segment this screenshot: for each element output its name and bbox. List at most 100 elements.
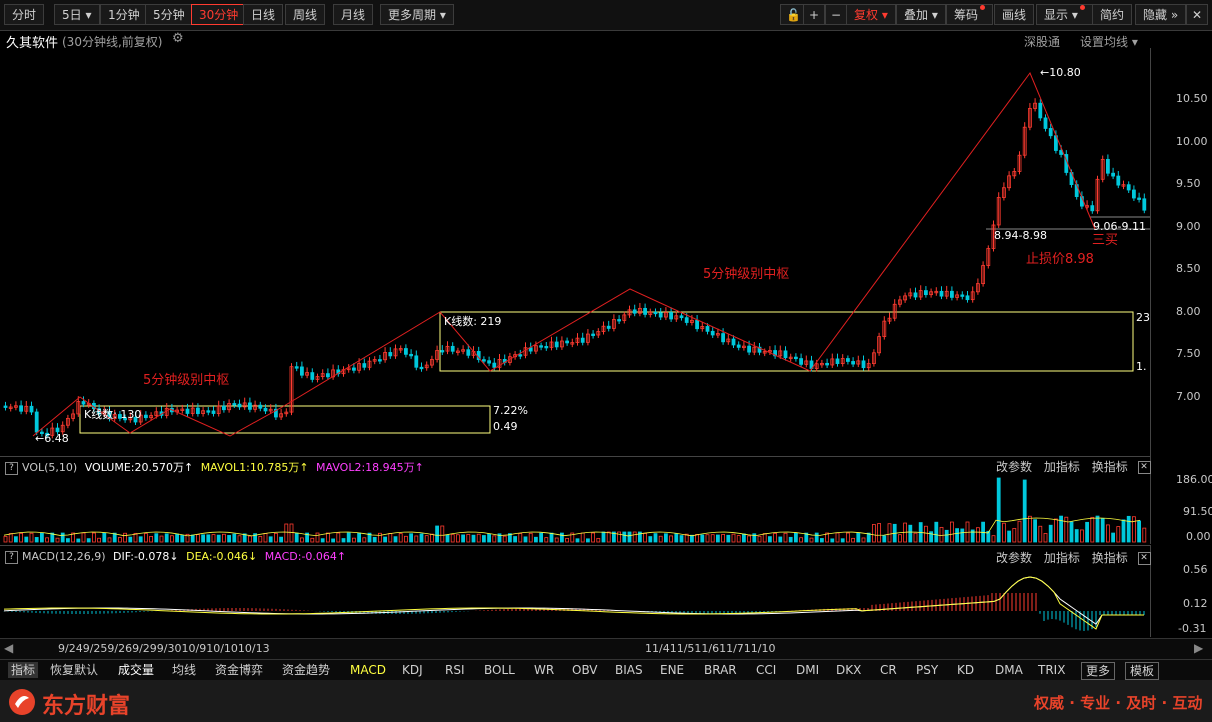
close-icon[interactable]: ✕ [1137,552,1151,565]
indicator-tab-12[interactable]: BIAS [615,662,643,678]
indicator-tab-4[interactable]: 资金博弈 [215,662,263,678]
period-tab-timeshare[interactable]: 分时 [4,4,45,25]
volume-bar [591,532,595,543]
period-tab-5min[interactable]: 5分钟 [145,4,193,25]
indicator-tab-19[interactable]: PSY [916,662,938,678]
candle [34,411,39,433]
period-tab-5day[interactable]: 5日 ▾ [54,4,100,25]
volume-bar [55,537,60,543]
volume-bar [648,536,653,543]
volume-bar [580,532,585,543]
indicator-tab-18[interactable]: CR [880,662,897,678]
volume-bar [383,536,388,543]
chips-button[interactable]: 筹码 [946,4,994,25]
zoom-in-icon[interactable]: + [803,4,826,25]
volume-bar [143,533,148,543]
macd-edit-params[interactable]: 改参数 [996,551,1032,565]
volume-bar [450,534,455,543]
volume-bar [1007,530,1011,543]
simple-mode-button[interactable]: 简约 [1092,4,1133,25]
indicator-tab-13[interactable]: ENE [660,662,684,678]
volume-bar [81,532,86,543]
indicator-tab-0[interactable]: 指标 [8,662,39,678]
period-tab-1min[interactable]: 1分钟 [100,4,148,25]
indicator-tab-11[interactable]: OBV [572,662,598,678]
candle [466,349,471,356]
volume-bar [877,523,881,543]
low-label: ←6.48 [35,432,69,445]
gear-icon[interactable]: ⚙ [172,31,184,46]
indicator-tab-5[interactable]: 资金趋势 [282,662,330,678]
hide-button[interactable]: 隐藏 » [1135,4,1187,25]
indicator-tab-14[interactable]: BRAR [704,662,737,678]
volume-bar [3,535,8,543]
indicator-tab-9[interactable]: BOLL [484,662,515,678]
brand-name: 东方财富 [42,694,131,719]
volume-bar [679,535,684,543]
indicator-tab-22[interactable]: TRIX [1038,662,1065,678]
scroll-left-icon[interactable]: ◀ [4,641,13,655]
period-tab-day[interactable]: 日线 [243,4,284,25]
indicator-tab-1[interactable]: 恢复默认 [50,662,98,678]
candle [960,294,965,297]
help-icon[interactable]: ? [5,550,18,564]
date-axis: ◀ 9/249/259/269/299/3010/910/1010/13 11/… [0,638,1212,659]
indicator-tab-17[interactable]: DKX [836,662,861,678]
period-tab-30min[interactable]: 30分钟 [191,4,247,25]
volume-bar [534,536,538,543]
indicator-tab-8[interactable]: RSI [445,662,465,678]
indicator-tab-10[interactable]: WR [534,662,554,678]
volume-bar [721,534,725,543]
indicator-tab-3[interactable]: 均线 [172,662,196,678]
candle [81,401,86,405]
indicator-tab-15[interactable]: CCI [756,662,776,678]
overlay-dropdown[interactable]: 叠加 ▾ [896,4,946,25]
volume-bar [1142,527,1147,543]
volume-bar [232,533,237,543]
volume-bar [768,536,772,543]
volume-bar [92,532,96,543]
dates-left: 9/249/259/269/299/3010/910/1010/13 [58,642,270,655]
indicator-tab-2[interactable]: 成交量 [118,662,154,678]
candle [783,350,788,359]
candle [1106,158,1110,174]
high-value: 10.80 [1049,66,1081,79]
indicator-tab-21[interactable]: DMA [995,662,1023,678]
scroll-right-icon[interactable]: ▶ [1194,641,1203,655]
adjust-dropdown[interactable]: 复权 ▾ [846,4,896,25]
display-dropdown[interactable]: 显示 ▾ [1036,4,1093,25]
indicator-tab-20[interactable]: KD [957,662,974,678]
macd-switch-indicator[interactable]: 换指标 [1092,551,1128,565]
chevron-down-icon: ▾ [1071,8,1078,22]
indicator-tab-16[interactable]: DMI [796,662,819,678]
volume-bar [539,532,543,543]
volume-bar [476,533,481,543]
close-icon[interactable]: ✕ [1186,4,1209,25]
volume-bar [643,533,647,543]
volume-bar [664,533,668,543]
period-tab-month[interactable]: 月线 [333,4,374,25]
zoom-out-icon[interactable]: − [825,4,848,25]
macd-add-indicator[interactable]: 加指标 [1044,551,1080,565]
indicator-tab-23[interactable]: 更多 [1081,662,1116,680]
volume-bar [273,532,278,543]
hide-label: 隐藏 [1143,8,1168,22]
candle [747,345,751,353]
indicator-tab-6[interactable]: MACD [350,662,386,678]
draw-line-button[interactable]: 画线 [994,4,1035,25]
candlestick-chart[interactable]: ←10.80 ←6.48 K线数: 130 7.22% 0.49 5分钟级别中枢… [0,48,1150,456]
volume-bar [778,536,783,543]
volume-bar [1137,520,1141,543]
volume-bar [1059,515,1063,543]
volume-bar [492,535,497,543]
volume-bar [658,535,663,543]
more-periods-dropdown[interactable]: 更多周期 ▾ [380,4,454,25]
indicator-tab-24[interactable]: 模板 [1125,662,1160,680]
candle [377,359,382,362]
period-toolbar: 分时 5日 ▾ 1分钟 5分钟 30分钟 日线 周线 月线 更多周期 ▾ 🔓 +… [0,0,1212,31]
volume-bar [913,532,918,543]
candle [247,402,252,410]
indicator-tab-7[interactable]: KDJ [402,662,423,678]
volume-bar [669,535,673,543]
period-tab-week[interactable]: 周线 [285,4,326,25]
